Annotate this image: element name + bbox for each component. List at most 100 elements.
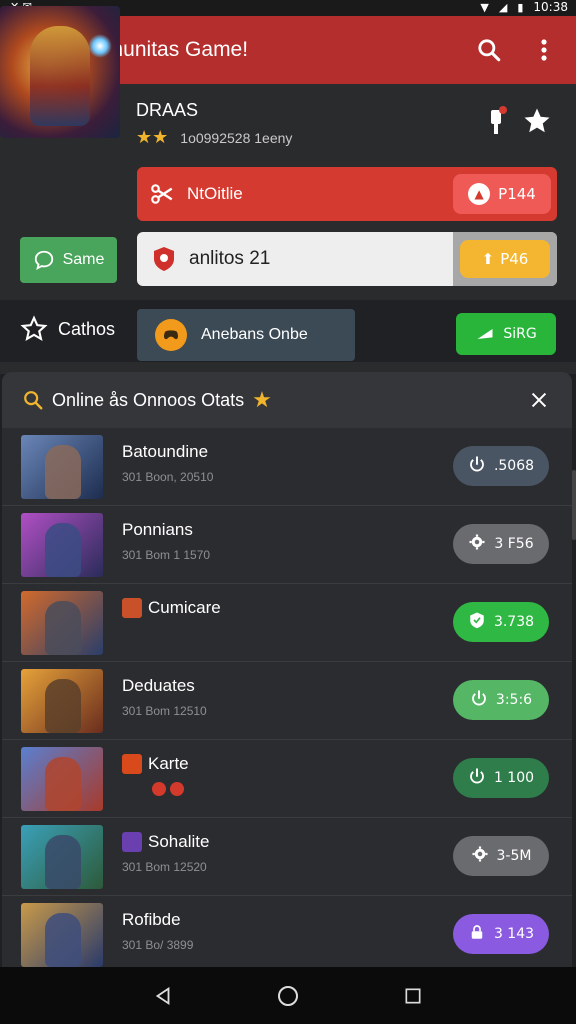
badges xyxy=(152,782,184,796)
list-item[interactable]: Ponnians 301 Bom 1 1570 3 F56 xyxy=(2,506,572,584)
status-icons: ▼ ◢ ▮ 10:38 xyxy=(480,0,568,14)
recents-icon xyxy=(405,988,421,1003)
game-thumbnail[interactable] xyxy=(21,591,103,655)
rating-meta: 1o0992528 1eeny xyxy=(180,130,293,146)
scrollbar[interactable] xyxy=(572,470,576,540)
game-thumbnail[interactable] xyxy=(21,513,103,577)
rating-row: ★★ 1o0992528 1eeny xyxy=(136,129,292,147)
search-button[interactable] xyxy=(474,35,504,65)
more-vertical-icon xyxy=(541,39,547,61)
secondary-action-label: anlitos 21 xyxy=(189,248,271,269)
thumbnail-figure xyxy=(45,913,81,967)
hero-figure xyxy=(30,26,90,126)
search-icon xyxy=(478,39,501,62)
app-title: Komunitas Game! xyxy=(80,38,249,61)
flag-icon xyxy=(477,329,493,339)
side-green-button[interactable]: Same xyxy=(20,237,117,283)
gear-icon xyxy=(468,533,486,555)
primary-action-pill[interactable]: ▲ P144 xyxy=(453,174,551,214)
game-action-button[interactable]: 3 143 xyxy=(453,914,549,954)
game-subtitle: 301 Bom 12510 xyxy=(122,704,207,718)
primary-action-value: P144 xyxy=(498,185,536,203)
game-name-wrap: Sohalite xyxy=(122,832,209,852)
back-button[interactable] xyxy=(150,983,176,1009)
game-action-value: 3-5M xyxy=(496,848,532,864)
list-item[interactable]: Batoundine 301 Boon, 20510 .5068 xyxy=(2,428,572,506)
list-item[interactable]: Rofibde 301 Bo/ 3899 3 143 xyxy=(2,896,572,967)
game-subtitle: 301 Boon, 20510 xyxy=(122,470,214,484)
panel-header: Online ås Onnoos Otats ★ xyxy=(2,372,572,428)
game-subtitle: 301 Bo/ 3899 xyxy=(122,938,194,952)
list-item[interactable]: Karte 1 100 xyxy=(2,740,572,818)
star-outline-icon xyxy=(20,315,48,342)
game-name-wrap: Cumicare xyxy=(122,598,221,618)
game-thumbnail[interactable] xyxy=(21,903,103,967)
primary-action-label: NtOitlie xyxy=(187,184,243,203)
game-action-value: 3.738 xyxy=(493,614,535,630)
game-name-wrap: Batoundine xyxy=(122,442,208,462)
game-thumbnail[interactable] xyxy=(21,747,103,811)
dark-action-button[interactable]: Anebans Onbe xyxy=(137,309,355,361)
overflow-menu-button[interactable] xyxy=(534,35,554,65)
game-action-button[interactable]: 3:5:6 xyxy=(453,680,549,720)
category-label: Cathos xyxy=(58,318,116,339)
pin-icon[interactable] xyxy=(482,104,510,136)
game-action-value: 3 F56 xyxy=(494,536,534,552)
game-name: Karte xyxy=(148,754,189,773)
shield-icon xyxy=(468,611,486,633)
green-action-label: SiRG xyxy=(503,326,537,342)
game-action-button[interactable]: .5068 xyxy=(453,446,549,486)
game-name: Sohalite xyxy=(148,832,210,851)
game-thumbnail[interactable] xyxy=(21,825,103,889)
secondary-action-pill[interactable]: ⬆ P46 xyxy=(460,240,550,278)
system-nav-bar xyxy=(0,967,576,1024)
game-tag-icon xyxy=(122,832,142,852)
home-nav-button[interactable] xyxy=(275,983,301,1009)
scissors-icon xyxy=(151,184,173,204)
green-action-button[interactable]: SiRG xyxy=(456,313,556,355)
game-action-button[interactable]: 3 F56 xyxy=(453,524,549,564)
thumbnail-figure xyxy=(45,601,81,655)
star-icon: ★ xyxy=(252,387,272,413)
thumbnail-figure xyxy=(45,523,81,577)
list-item[interactable]: Cumicare 3.738 xyxy=(2,584,572,662)
recents-button[interactable] xyxy=(400,983,426,1009)
thumbnail-figure xyxy=(45,679,81,733)
category-link[interactable]: Cathos xyxy=(20,315,115,343)
list-item[interactable]: Sohalite 301 Bom 12520 3-5M xyxy=(2,818,572,896)
game-thumbnail[interactable] xyxy=(21,435,103,499)
game-tag-icon xyxy=(122,598,142,618)
game-action-button[interactable]: 3.738 xyxy=(453,602,549,642)
thumbnail-figure xyxy=(45,757,81,811)
dark-action-label: Anebans Onbe xyxy=(201,326,308,343)
game-list: Batoundine 301 Boon, 20510 .5068 Ponnian… xyxy=(2,428,572,967)
game-action-button[interactable]: 3-5M xyxy=(453,836,549,876)
game-name: Cumicare xyxy=(148,598,221,617)
battery-icon: ▮ xyxy=(517,0,524,14)
signal-icon: ◢ xyxy=(498,0,508,14)
panel-title: Online ås Onnoos Otats xyxy=(52,389,245,410)
online-list-panel: Online ås Onnoos Otats ★ Batoundine 301 … xyxy=(2,372,572,967)
close-icon[interactable] xyxy=(528,389,550,411)
search-icon xyxy=(24,391,43,410)
secondary-pill-wrap: ⬆ P46 xyxy=(453,232,557,286)
primary-action-button[interactable]: NtOitlie ▲ P144 xyxy=(137,167,557,221)
side-green-label: Same xyxy=(62,251,105,268)
thumbnail-figure xyxy=(45,445,81,499)
secondary-action-button[interactable]: anlitos 21 ⬆ P46 xyxy=(137,232,557,286)
clock: 10:38 xyxy=(533,0,568,14)
badge-dot xyxy=(152,782,166,796)
chat-bubble-icon xyxy=(34,250,53,271)
game-name-wrap: Ponnians xyxy=(122,520,193,540)
list-item[interactable]: Deduates 301 Bom 12510 3:5:6 xyxy=(2,662,572,740)
bolt-icon: ⬆ xyxy=(481,250,495,268)
thumbnail-figure xyxy=(45,835,81,889)
game-thumbnail[interactable] xyxy=(21,669,103,733)
favorite-star-icon[interactable] xyxy=(522,106,552,136)
game-action-button[interactable]: 1 100 xyxy=(453,758,549,798)
badge-dot xyxy=(170,782,184,796)
game-name: Ponnians xyxy=(122,520,193,539)
featured-game-cover[interactable] xyxy=(0,6,120,138)
game-name: Batoundine xyxy=(122,442,209,461)
gear-icon xyxy=(471,845,489,867)
